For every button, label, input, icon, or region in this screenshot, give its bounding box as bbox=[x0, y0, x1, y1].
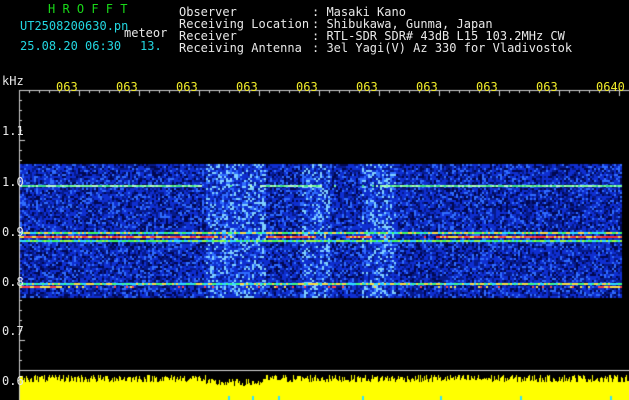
freq-label: 1.0 bbox=[2, 175, 24, 189]
app-title: H R O F F T bbox=[48, 2, 128, 16]
time-label: 063 bbox=[356, 80, 378, 94]
time-label: 063 bbox=[56, 80, 78, 94]
time-label: 063 bbox=[296, 80, 318, 94]
date-time: 25.08.20 06:30 bbox=[20, 39, 122, 53]
time-label: 063 bbox=[536, 80, 558, 94]
label-antenna: Receiving Antenna bbox=[179, 41, 302, 55]
freq-label: 0.8 bbox=[2, 275, 24, 289]
file-name: UT2508200630.pn bbox=[20, 19, 129, 33]
time-label: 063 bbox=[416, 80, 438, 94]
time-label: 063 bbox=[236, 80, 258, 94]
meteor-label: meteor bbox=[124, 26, 168, 40]
hrofft-screen: H R O F F T UT2508200630.pn meteor 25.08… bbox=[0, 0, 629, 400]
time-label: 063 bbox=[176, 80, 198, 94]
freq-label: 0.9 bbox=[2, 225, 24, 239]
time-label: 0640 bbox=[596, 80, 625, 94]
freq-label: 1.1 bbox=[2, 124, 24, 138]
count-value: 13. bbox=[140, 39, 162, 53]
time-label: 063 bbox=[476, 80, 498, 94]
value-antenna: : 3el Yagi(V) Az 330 for Vladivostok bbox=[312, 41, 573, 55]
freq-label: 0.6 bbox=[2, 374, 24, 388]
freq-unit-label: kHz bbox=[2, 74, 24, 88]
time-label: 063 bbox=[116, 80, 138, 94]
freq-label: 0.7 bbox=[2, 324, 24, 338]
spectrogram-canvas bbox=[0, 0, 629, 400]
